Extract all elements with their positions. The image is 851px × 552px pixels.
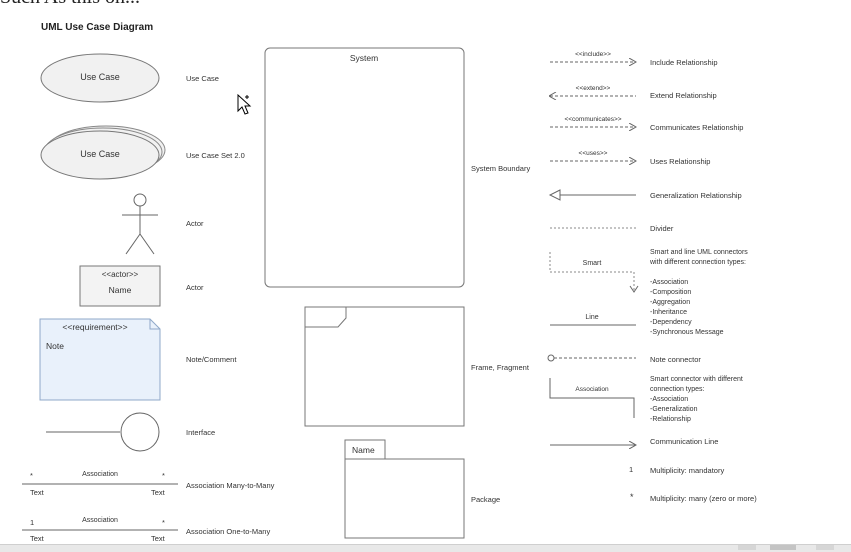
association-smart-text: Association (575, 386, 609, 393)
use-case-text: Use Case (80, 72, 120, 82)
generalization-connector[interactable] (548, 189, 636, 201)
interface-shape[interactable] (46, 412, 160, 452)
frame-shape[interactable] (304, 306, 465, 427)
note-stereotype: <<requirement>> (62, 322, 128, 332)
mult-many-label: Multiplicity: many (zero or more) (650, 494, 757, 503)
communicates-label: Communicates Relationship (650, 123, 744, 132)
association-smart-desc: Smart connector with different connectio… (650, 376, 743, 423)
scroll-thumb[interactable] (770, 545, 796, 550)
assoc-many-right-mult: * (162, 471, 165, 480)
smart-text: Smart (582, 260, 602, 267)
uses-label: Uses Relationship (650, 157, 711, 166)
package-label: Package (471, 495, 501, 504)
assoc-many-label: Association Many-to-Many (186, 481, 275, 490)
scroll-left-button[interactable] (738, 545, 756, 550)
use-case-set-text: Use Case (80, 149, 120, 159)
assoc-one-label: Association One-to-Many (186, 527, 271, 536)
assoc-one-right-mult: * (162, 518, 165, 527)
association-smart-connector[interactable] (549, 378, 635, 418)
package-name: Name (352, 445, 375, 455)
mult-many-symbol: * (630, 492, 634, 502)
actor-stick-figure[interactable] (122, 193, 158, 255)
extend-stereo: <<extend>> (575, 85, 611, 92)
actor-name: Name (108, 285, 132, 295)
use-case-set-label: Use Case Set 2.0 (186, 151, 245, 160)
extend-label: Extend Relationship (650, 91, 717, 100)
use-case-label: Use Case (186, 74, 219, 83)
note-text: Note (46, 341, 64, 351)
mult-mandatory-label: Multiplicity: mandatory (650, 466, 725, 475)
smart-desc: Smart and line UML connectors with diffe… (650, 249, 748, 336)
cursor-icon (237, 93, 252, 115)
system-boundary-shape[interactable] (264, 47, 465, 288)
communicates-stereo: <<communicates>> (564, 116, 622, 123)
interface-label: Interface (186, 428, 216, 437)
uses-stereo: <<uses>> (578, 150, 608, 157)
smart-connector[interactable] (549, 252, 639, 293)
assoc-many-right-text: Text (151, 488, 165, 497)
assoc-many-left-mult: * (30, 471, 33, 480)
generalization-label: Generalization Relationship (650, 191, 742, 200)
assoc-one-name: Association (82, 517, 118, 524)
assoc-one-right-text: Text (151, 534, 165, 543)
divider-label: Divider (650, 224, 674, 233)
include-stereo: <<include>> (575, 51, 611, 58)
assoc-one-left-mult: 1 (30, 518, 35, 527)
system-title: System (349, 53, 379, 63)
assoc-many-name: Association (82, 471, 118, 478)
mult-mandatory-symbol: 1 (629, 465, 634, 474)
assoc-many-left-text: Text (30, 488, 44, 497)
communication-label: Communication Line (650, 437, 719, 446)
system-boundary-label: System Boundary (471, 164, 531, 173)
actor-stick-label: Actor (186, 219, 204, 228)
scroll-right-button[interactable] (816, 545, 834, 550)
frame-label: Frame, Fragment (471, 363, 529, 372)
actor-stereotype: <<actor>> (101, 270, 139, 279)
include-label: Include Relationship (650, 58, 718, 67)
line-text: Line (585, 314, 599, 321)
assoc-one-left-text: Text (30, 534, 44, 543)
note-label: Note/Comment (186, 355, 237, 364)
note-connector[interactable] (547, 354, 636, 362)
actor-box-label: Actor (186, 283, 204, 292)
note-connector-label: Note connector (650, 355, 701, 364)
